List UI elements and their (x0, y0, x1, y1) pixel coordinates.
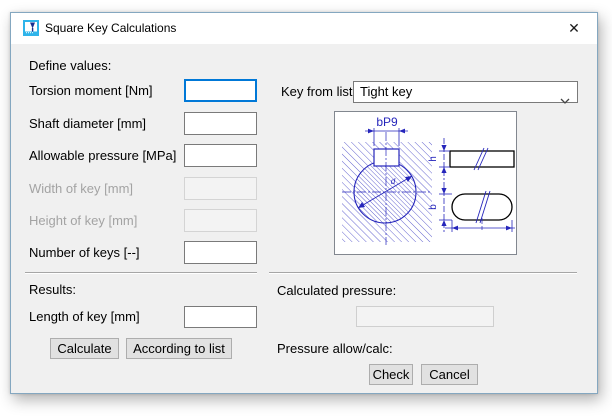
app-icon (23, 20, 39, 36)
width-of-key-label: Width of key [mm] (29, 177, 133, 200)
width-of-key-input (184, 177, 257, 200)
key-from-list-label: Key from list (281, 81, 353, 103)
define-values-heading: Define values: (29, 58, 111, 73)
cancel-button[interactable]: Cancel (421, 364, 478, 385)
torsion-moment-input[interactable] (184, 79, 257, 102)
calculated-pressure-value (357, 309, 361, 324)
shaft-diameter-label: Shaft diameter [mm] (29, 112, 146, 135)
width-dim-label: bP9 (376, 115, 398, 129)
allowable-pressure-label: Allowable pressure [MPa] (29, 144, 176, 167)
height-dim-label: h (428, 156, 439, 162)
left-divider (25, 272, 257, 273)
calculate-button[interactable]: Calculate (50, 338, 119, 359)
key-from-list-selected: Tight key (360, 84, 412, 99)
titlebar[interactable]: Square Key Calculations ✕ (11, 13, 597, 44)
key-cross-section (374, 149, 399, 166)
right-divider (269, 272, 577, 273)
number-of-keys-input[interactable] (184, 241, 257, 264)
key-drawing-image: d bP9 h (334, 111, 517, 255)
square-key-calculations-dialog: Square Key Calculations ✕ Define values:… (10, 12, 598, 394)
diameter-dim-label: d (391, 177, 396, 186)
calculated-pressure-label: Calculated pressure: (277, 283, 396, 298)
calculated-pressure-output (356, 306, 494, 327)
length-of-key-label: Length of key [mm] (29, 306, 140, 328)
breadth-dim-label: b (428, 204, 439, 210)
height-of-key-label: Height of key [mm] (29, 209, 137, 232)
according-to-list-button[interactable]: According to list (126, 338, 232, 359)
check-button[interactable]: Check (369, 364, 413, 385)
allowable-pressure-input[interactable] (184, 144, 257, 167)
torsion-moment-label: Torsion moment [Nm] (29, 79, 153, 102)
close-button[interactable]: ✕ (551, 13, 597, 44)
results-heading: Results: (29, 282, 76, 297)
pressure-allow-calc-label: Pressure allow/calc: (277, 341, 393, 356)
chevron-down-icon (560, 90, 570, 110)
shaft-diameter-input[interactable] (184, 112, 257, 135)
height-of-key-input (184, 209, 257, 232)
window-title: Square Key Calculations (45, 13, 176, 44)
key-from-list-dropdown[interactable]: Tight key (353, 81, 578, 103)
number-of-keys-label: Number of keys [--] (29, 241, 140, 264)
length-of-key-input[interactable] (184, 306, 257, 328)
